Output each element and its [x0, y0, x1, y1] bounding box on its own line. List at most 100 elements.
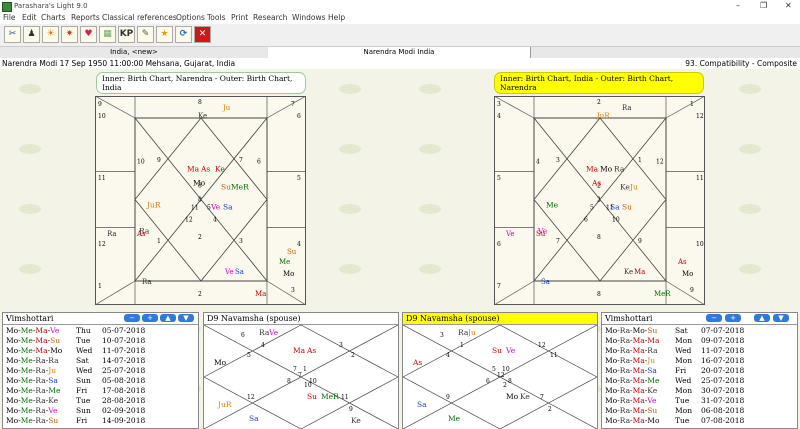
menu-reports[interactable]: Reports: [71, 12, 100, 24]
dasha-planet: Mo: [6, 376, 19, 385]
dasha-planet: Su: [647, 326, 658, 335]
dasha-date: 11-07-2018: [701, 346, 745, 355]
planet-ke: Ke: [620, 183, 630, 192]
dasha-planet: Mo: [6, 406, 19, 415]
dasha-row[interactable]: Mo-Ra-Ma-Ra Wed 11-07-2018: [605, 346, 744, 356]
scroll-up-button[interactable]: ▲: [160, 314, 176, 322]
composite-chart-2[interactable]: 3 2 1 4 12 5 11 6 10 7 8 9 3 2 1 4 12 5 11 6 10 7 8 9 2 Ra JuR Ve Sa…: [494, 96, 705, 305]
dasha-planet: Mo: [6, 396, 19, 405]
dasha-day: Sun: [76, 406, 91, 415]
menu-print[interactable]: Print: [231, 12, 248, 24]
dasha-row[interactable]: Mo-Me-Ra-Me Fri 17-08-2018: [6, 386, 145, 396]
menu-classical-references[interactable]: Classical references: [102, 12, 177, 24]
dasha-day: Mon: [675, 406, 693, 415]
scroll-up-button[interactable]: ▲: [754, 314, 770, 322]
close-icon[interactable]: ✕: [194, 26, 211, 43]
person-icon[interactable]: ♟: [23, 26, 40, 43]
burst-icon[interactable]: ✷: [61, 26, 78, 43]
dasha-row[interactable]: Mo-Ra-Ma-Su Mon 06-08-2018: [605, 406, 744, 416]
maximize-button[interactable]: ❐: [760, 0, 767, 12]
heart-icon[interactable]: ♥: [80, 26, 97, 43]
collapse-button[interactable]: −: [124, 314, 140, 322]
dasha-planet: Ju: [48, 366, 57, 375]
menu-edit[interactable]: Edit: [22, 12, 37, 24]
refresh-icon[interactable]: ⟳: [175, 26, 192, 43]
dasha-day: Tue: [675, 416, 690, 425]
north-indian-chart-1: 9 8 710 611 512 412398710 611 512 41238JuKeRaRaA…: [95, 96, 306, 305]
dasha-row[interactable]: Mo-Me-Ma-Ve Thu 05-07-2018: [6, 326, 145, 336]
house-number: 11: [98, 175, 106, 182]
navamsha-chart-left[interactable]: 64 35 27 18 1012 119710Ra VeMoMa AsJuRSaSu MeRKe: [204, 325, 398, 429]
dasha-date: 25-07-2018: [701, 376, 745, 385]
dasha-planet: Ra: [35, 416, 46, 425]
star-icon[interactable]: ★: [156, 26, 173, 43]
expand-button[interactable]: +: [142, 314, 158, 322]
dasha-row[interactable]: Mo-Me-Ra-Ke Tue 28-08-2018: [6, 396, 145, 406]
dasha-planet: Ma: [632, 406, 645, 415]
scroll-down-button[interactable]: ▼: [773, 314, 789, 322]
navamsha-chart-right[interactable]: 31 124 115 106 89 72122Ra JuAsSu VeSaMeMo Ke: [403, 325, 597, 429]
dasha-row[interactable]: Mo-Ra-Mo-Su Sat 07-07-2018: [605, 326, 744, 336]
dasha-row[interactable]: Mo-Ra-Ma-Mo Tue 07-08-2018: [605, 416, 744, 426]
kp-icon[interactable]: KP: [118, 26, 135, 43]
menu-charts[interactable]: Charts: [41, 12, 66, 24]
dasha-row[interactable]: Mo-Ra-Ma-Ve Tue 31-07-2018: [605, 396, 744, 406]
dasha-planet: Me: [20, 346, 33, 355]
menu-options[interactable]: Options: [176, 12, 205, 24]
sun-icon[interactable]: ☀: [42, 26, 59, 43]
minimize-button[interactable]: –: [736, 0, 740, 12]
dasha-row[interactable]: Mo-Me-Ra-Sa Sun 05-08-2018: [6, 376, 145, 386]
composite-chart-1[interactable]: 9 8 7 10 6 11 5 12 4 1 2 3 9 8 7 10 6 11 5 12 4 1 2 3 8 Ju Ke Ra Ra A…: [95, 96, 306, 305]
dasha-row[interactable]: Mo-Me-Ra-Ra Sat 14-07-2018: [6, 356, 145, 366]
cell-icon[interactable]: ✎: [137, 26, 154, 43]
dasha-day: Tue: [675, 396, 690, 405]
house-number: 2: [548, 406, 552, 413]
dasha-day: Sat: [76, 356, 89, 365]
dasha-row[interactable]: Mo-Ra-Ma-Ju Mon 16-07-2018: [605, 356, 744, 366]
planet-sa: Sa: [541, 278, 550, 286]
menu-windows[interactable]: Windows: [292, 12, 325, 24]
planet-me: Me: [546, 201, 559, 210]
menu-research[interactable]: Research: [253, 12, 287, 24]
house-number: 12: [497, 372, 505, 379]
chart-1-title: Inner: Birth Chart, Narendra - Outer: Bi…: [96, 72, 306, 94]
dasha-row[interactable]: Mo-Me-Ma-Su Tue 10-07-2018: [6, 336, 145, 346]
dasha-row[interactable]: Mo-Me-Ma-Mo Wed 11-07-2018: [6, 346, 145, 356]
planet-ve: Ve: [537, 227, 548, 236]
dasha-period: Mo-Me-Ra-Sa: [6, 376, 76, 386]
dasha-planet: Ra: [35, 386, 46, 395]
expand-button[interactable]: +: [725, 314, 741, 322]
title-bar: Parashara's Light 9.0 – ❐ ✕: [0, 0, 800, 12]
north-indian-chart-2: 3 2 14 125 116 107893214 125 116 107892RaJuRVeSa…: [494, 96, 705, 305]
dasha-row[interactable]: Mo-Me-Ra-Su Fri 14-09-2018: [6, 416, 145, 426]
tab-india[interactable]: India, <new>: [0, 47, 269, 58]
planet-mer: MeR: [321, 392, 339, 401]
tab-narendra-modi[interactable]: Narendra Modi India: [268, 47, 531, 58]
dasha-planet: Mo: [605, 396, 618, 405]
collapse-button[interactable]: −: [706, 314, 722, 322]
dasha-row[interactable]: Mo-Ra-Ma-Ma Mon 09-07-2018: [605, 336, 744, 346]
dasha-planet: Ra: [35, 376, 46, 385]
planet-as: As: [677, 258, 687, 266]
navamsha-left-header: D9 Navamsha (spouse): [204, 313, 398, 325]
dasha-row[interactable]: Mo-Ra-Ma-Ke Mon 30-07-2018: [605, 386, 744, 396]
menu-bar: File Edit Charts Reports Classical refer…: [0, 12, 800, 24]
dasha-row[interactable]: Mo-Me-Ra-Ve Sun 02-09-2018: [6, 406, 145, 416]
dasha-date: 07-07-2018: [701, 326, 745, 335]
dasha-row[interactable]: Mo-Me-Ra-Ju Wed 25-07-2018: [6, 366, 145, 376]
dasha-row[interactable]: Mo-Ra-Ma-Sa Fri 20-07-2018: [605, 366, 744, 376]
dasha-row[interactable]: Mo-Ra-Ma-Me Wed 25-07-2018: [605, 376, 744, 386]
dasha-date: 16-07-2018: [701, 356, 745, 365]
menu-tools[interactable]: Tools: [207, 12, 225, 24]
menu-help[interactable]: Help: [328, 12, 345, 24]
grid-icon[interactable]: ▦: [99, 26, 116, 43]
native-info: Narendra Modi 17 Sep 1950 11:00:00 Mehsa…: [2, 59, 236, 68]
dasha-planet: Ra: [619, 366, 631, 375]
dasha-planet: Ma: [632, 396, 645, 405]
planet-ju: Ju: [467, 328, 476, 337]
dasha-planet: Me: [48, 386, 61, 395]
close-window-button[interactable]: ✕: [785, 0, 792, 12]
menu-file[interactable]: File: [3, 12, 16, 24]
scroll-down-button[interactable]: ▼: [178, 314, 194, 322]
tools-icon[interactable]: ✂: [4, 26, 21, 43]
